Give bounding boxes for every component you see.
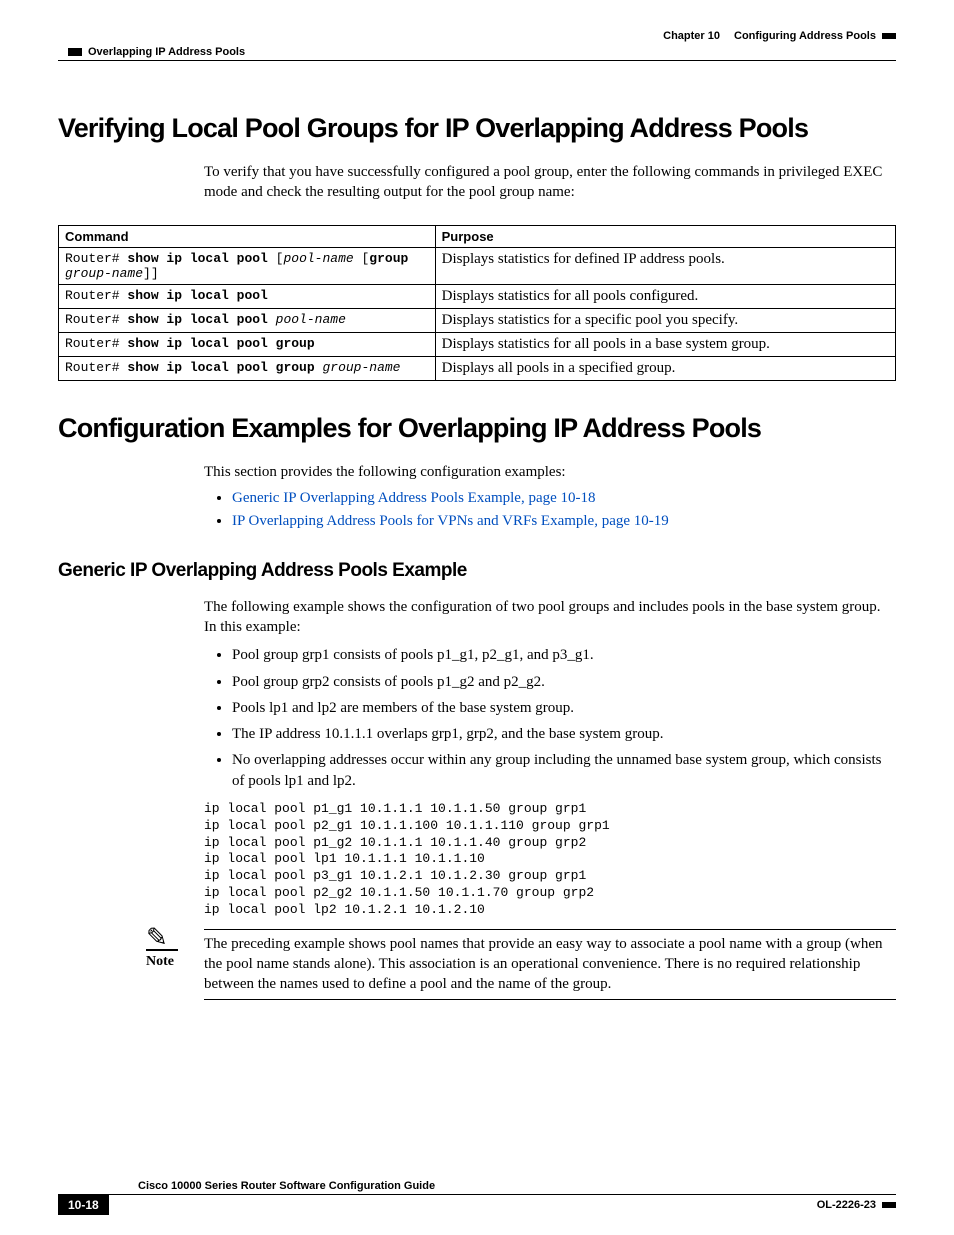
list-item: Generic IP Overlapping Address Pools Exa… — [232, 490, 896, 507]
heading-config-examples: Configuration Examples for Overlapping I… — [58, 413, 896, 444]
running-bar-icon — [68, 48, 82, 56]
list-item: IP Overlapping Address Pools for VPNs an… — [232, 513, 896, 530]
intro-verify: To verify that you have successfully con… — [204, 162, 896, 203]
pencil-icon: ✎ — [146, 929, 178, 951]
list-item: Pools lp1 and lp2 are members of the bas… — [232, 698, 896, 718]
th-command: Command — [59, 225, 436, 247]
intro-generic: The following example shows the configur… — [204, 597, 896, 638]
table-row: Router# show ip local pool group Display… — [59, 332, 896, 356]
chapter-title: Configuring Address Pools — [734, 30, 876, 42]
heading-verifying: Verifying Local Pool Groups for IP Overl… — [58, 113, 896, 144]
table-row: Router# show ip local pool pool-name Dis… — [59, 308, 896, 332]
heading-generic-example: Generic IP Overlapping Address Pools Exa… — [58, 560, 896, 582]
note-block: ✎ Note The preceding example shows pool … — [146, 929, 896, 1000]
table-row: Router# show ip local pool group group-n… — [59, 356, 896, 380]
code-block: ip local pool p1_g1 10.1.1.1 10.1.1.50 g… — [204, 801, 896, 919]
command-table: Command Purpose Router# show ip local po… — [58, 225, 896, 381]
example-links-list: Generic IP Overlapping Address Pools Exa… — [204, 490, 896, 530]
table-row: Router# show ip local pool Displays stat… — [59, 284, 896, 308]
list-item: No overlapping addresses occur within an… — [232, 750, 896, 791]
table-row: Router# show ip local pool [pool-name [g… — [59, 247, 896, 284]
footer-bar-icon — [882, 1202, 896, 1208]
note-text: The preceding example shows pool names t… — [204, 929, 896, 1000]
intro-examples: This section provides the following conf… — [204, 462, 896, 482]
running-header: Overlapping IP Address Pools — [58, 46, 896, 58]
page-number: 10-18 — [58, 1195, 109, 1215]
doc-id: OL-2226-23 — [817, 1199, 876, 1211]
note-label: Note — [146, 954, 174, 969]
page-header: Chapter 10 Configuring Address Pools — [58, 30, 896, 42]
link-generic-example[interactable]: Generic IP Overlapping Address Pools Exa… — [232, 490, 596, 506]
page-footer: Cisco 10000 Series Router Software Confi… — [58, 1180, 896, 1215]
list-item: The IP address 10.1.1.1 overlaps grp1, g… — [232, 724, 896, 744]
list-item: Pool group grp1 consists of pools p1_g1,… — [232, 645, 896, 665]
list-item: Pool group grp2 consists of pools p1_g2 … — [232, 672, 896, 692]
th-purpose: Purpose — [435, 225, 895, 247]
footer-title: Cisco 10000 Series Router Software Confi… — [58, 1180, 896, 1195]
running-title: Overlapping IP Address Pools — [88, 46, 245, 58]
link-vpn-vrf-example[interactable]: IP Overlapping Address Pools for VPNs an… — [232, 513, 669, 529]
header-bar-icon — [882, 33, 896, 39]
example-bullets: Pool group grp1 consists of pools p1_g1,… — [204, 645, 896, 791]
chapter-label: Chapter 10 — [663, 30, 720, 42]
